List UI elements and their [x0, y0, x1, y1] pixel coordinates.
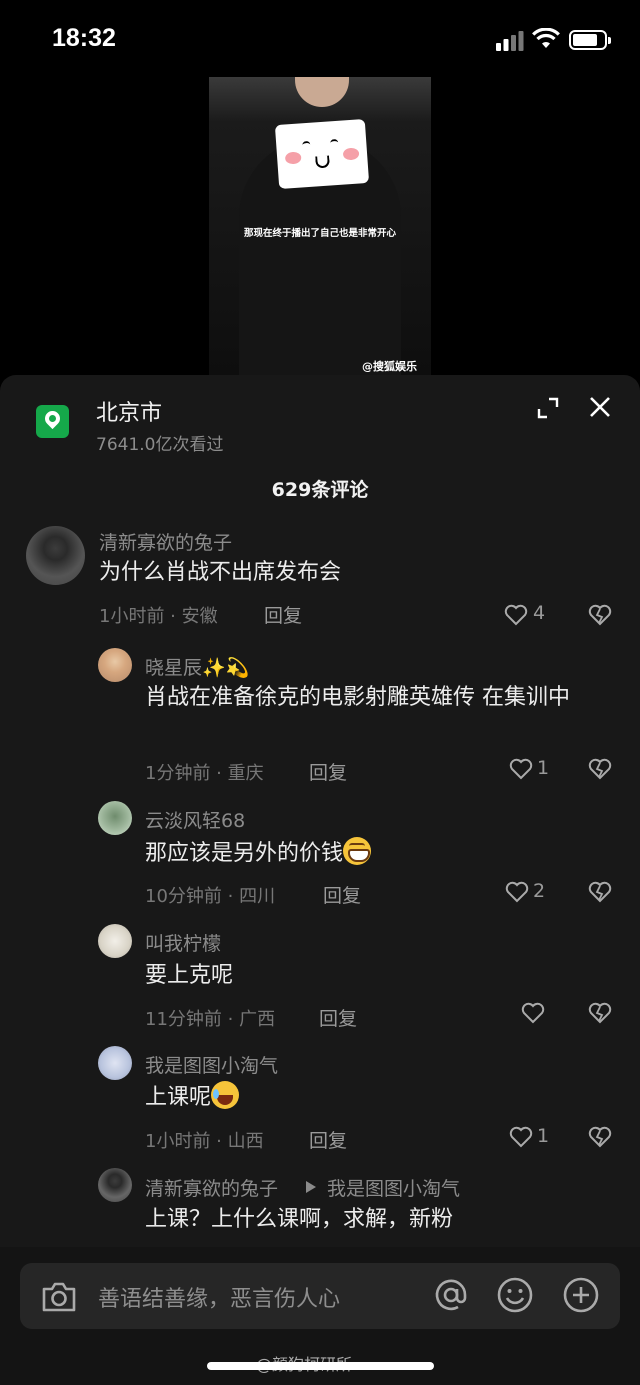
video-subtitle: 那现在终于播出了自己也是非常开心	[243, 228, 396, 239]
avatar[interactable]	[98, 648, 132, 682]
close-icon[interactable]	[588, 395, 612, 419]
heart-icon[interactable]	[504, 604, 528, 626]
comment-meta: 1小时前 · 山西	[145, 1131, 264, 1152]
comment-meta: 10分钟前 · 四川	[145, 886, 276, 907]
location-name[interactable]: 北京市	[96, 395, 162, 427]
comment-text: 上课呢	[145, 1081, 240, 1114]
comment-text: 那应该是另外的价钱	[145, 837, 372, 870]
avatar[interactable]	[26, 526, 85, 585]
like-count: 1	[537, 757, 550, 779]
like-count: 1	[537, 1125, 550, 1147]
reply-button[interactable]: 回复	[309, 1126, 347, 1153]
emoji-icon[interactable]	[496, 1276, 534, 1314]
heart-icon[interactable]	[521, 1002, 545, 1024]
grimace-emoji-icon	[343, 837, 372, 865]
comment-username[interactable]: 叫我柠檬	[145, 929, 221, 956]
comment-meta: 1小时前 · 安徽	[99, 606, 218, 627]
comment-text-content: 上课呢	[145, 1085, 212, 1110]
plus-icon[interactable]	[562, 1276, 600, 1314]
reply-button[interactable]: 回复	[319, 1004, 357, 1031]
comment-text: 要上克呢	[145, 963, 234, 988]
comment-username[interactable]: 云淡风轻68	[145, 806, 245, 833]
avatar[interactable]	[98, 1168, 132, 1202]
like-count: 2	[533, 880, 546, 902]
reply-button[interactable]: 回复	[264, 601, 302, 628]
reply-to-username[interactable]: 我是图图小淘气	[327, 1174, 460, 1201]
wifi-icon	[532, 28, 560, 48]
comment-input[interactable]: 善语结善缘，恶言伤人心	[20, 1263, 620, 1329]
avatar[interactable]	[98, 924, 132, 958]
broken-heart-icon[interactable]	[588, 758, 612, 780]
signal-icon	[496, 31, 524, 51]
comment-text: 为什么肖战不出席发布会	[99, 560, 342, 585]
heart-icon[interactable]	[509, 1126, 533, 1148]
camera-icon[interactable]	[40, 1279, 78, 1315]
reply-button[interactable]: 回复	[323, 881, 361, 908]
heart-icon[interactable]	[505, 881, 529, 903]
status-bar: 18:32	[0, 0, 640, 80]
location-views: 7641.0亿次看过	[96, 435, 224, 455]
comment-username[interactable]: 清新寡欲的兔子	[99, 528, 232, 555]
mention-icon[interactable]	[432, 1276, 470, 1314]
comment-count: 629条评论	[271, 479, 369, 501]
home-indicator[interactable]	[207, 1362, 434, 1370]
video-watermark: @搜狐娱乐	[362, 360, 417, 373]
reply-arrow-icon	[306, 1181, 316, 1193]
broken-heart-icon[interactable]	[588, 1002, 612, 1024]
location-pin-icon	[36, 405, 69, 438]
avatar[interactable]	[98, 801, 132, 835]
comment-username[interactable]: 清新寡欲的兔子	[145, 1174, 278, 1201]
comment-meta: 1分钟前 · 重庆	[145, 763, 264, 784]
broken-heart-icon[interactable]	[588, 604, 612, 626]
comment-username[interactable]: 我是图图小淘气	[145, 1051, 278, 1078]
comment-meta: 11分钟前 · 广西	[145, 1009, 276, 1030]
video-preview[interactable]: 那现在终于播出了自己也是非常开心 @搜狐娱乐	[209, 77, 431, 377]
cartoon-mask-sticker	[274, 118, 370, 190]
comment-input-bar: 善语结善缘，恶言伤人心 @颜狗柯研所	[0, 1247, 640, 1385]
tears-of-joy-emoji-icon	[211, 1081, 240, 1109]
expand-icon[interactable]	[537, 397, 559, 419]
heart-icon[interactable]	[509, 758, 533, 780]
comment-username[interactable]: 晓星辰✨💫	[145, 653, 249, 680]
scroll-fade	[0, 1225, 640, 1249]
avatar[interactable]	[98, 1046, 132, 1080]
status-time: 18:32	[52, 24, 116, 52]
broken-heart-icon[interactable]	[588, 1126, 612, 1148]
battery-icon	[569, 30, 611, 50]
video-figure-face	[295, 77, 349, 107]
input-placeholder: 善语结善缘，恶言伤人心	[98, 1287, 341, 1312]
broken-heart-icon[interactable]	[588, 881, 612, 903]
comment-text-content: 那应该是另外的价钱	[145, 841, 344, 866]
comment-text: 肖战在准备徐克的电影射雕英雄传 在集训中	[145, 685, 570, 710]
reply-button[interactable]: 回复	[309, 758, 347, 785]
like-count: 4	[533, 602, 546, 624]
